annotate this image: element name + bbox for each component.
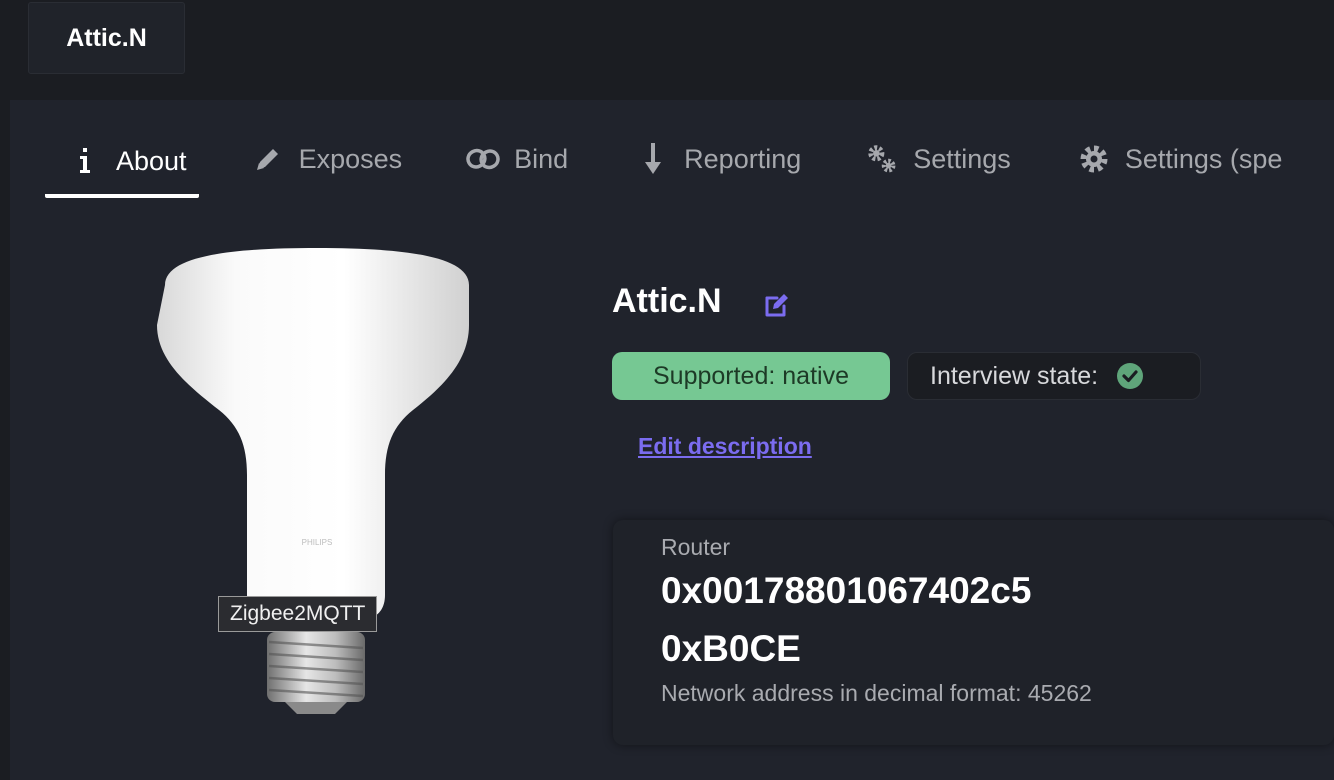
tab-settings-specific-label: Settings (spe	[1124, 143, 1283, 174]
device-type-label: Router	[661, 534, 731, 560]
edit-description-link[interactable]: Edit description	[638, 433, 812, 460]
gear-icon	[1077, 142, 1111, 176]
cogs-icon	[865, 142, 899, 176]
network-address-decimal: Network address in decimal format: 45262	[661, 680, 1092, 706]
interview-state-badge: Interview state:	[907, 352, 1201, 400]
tab-settings-specific[interactable]: Settings (spe	[1077, 128, 1283, 190]
tab-bar: About Exposes Bind Reporting Settings Se…	[45, 128, 1282, 198]
edit-name-icon[interactable]	[764, 292, 790, 318]
ieee-address: 0x00178801067402c5	[661, 570, 1032, 611]
tab-reporting[interactable]: Reporting	[636, 128, 801, 190]
top-bar: Attic.N	[0, 0, 1334, 100]
info-icon	[68, 144, 102, 178]
link-icon	[466, 142, 500, 176]
tab-settings[interactable]: Settings	[865, 128, 1011, 190]
device-image: PHILIPS	[145, 240, 485, 720]
tab-settings-label: Settings	[913, 143, 1011, 174]
tab-exposes-label: Exposes	[298, 143, 403, 174]
network-address: 0xB0CE	[661, 628, 801, 669]
tab-bind[interactable]: Bind	[466, 128, 568, 190]
device-title-tab[interactable]: Attic.N	[28, 2, 185, 74]
arrow-down-icon	[636, 142, 670, 176]
device-panel: About Exposes Bind Reporting Settings Se…	[10, 100, 1334, 780]
check-circle-icon	[1116, 362, 1144, 390]
tab-about-label: About	[116, 145, 187, 176]
svg-text:PHILIPS: PHILIPS	[302, 538, 333, 547]
tab-reporting-label: Reporting	[684, 143, 802, 174]
interview-state-label: Interview state:	[930, 361, 1099, 390]
tab-exposes[interactable]: Exposes	[251, 128, 403, 190]
tab-bind-label: Bind	[514, 143, 569, 174]
pencil-icon	[251, 142, 285, 176]
image-tooltip: Zigbee2MQTT	[218, 596, 378, 632]
device-name: Attic.N	[612, 282, 722, 320]
tab-about[interactable]: About	[45, 128, 199, 198]
supported-badge: Supported: native	[612, 352, 890, 400]
device-info-card: Router 0x00178801067402c5 0xB0CE Network…	[613, 520, 1334, 745]
